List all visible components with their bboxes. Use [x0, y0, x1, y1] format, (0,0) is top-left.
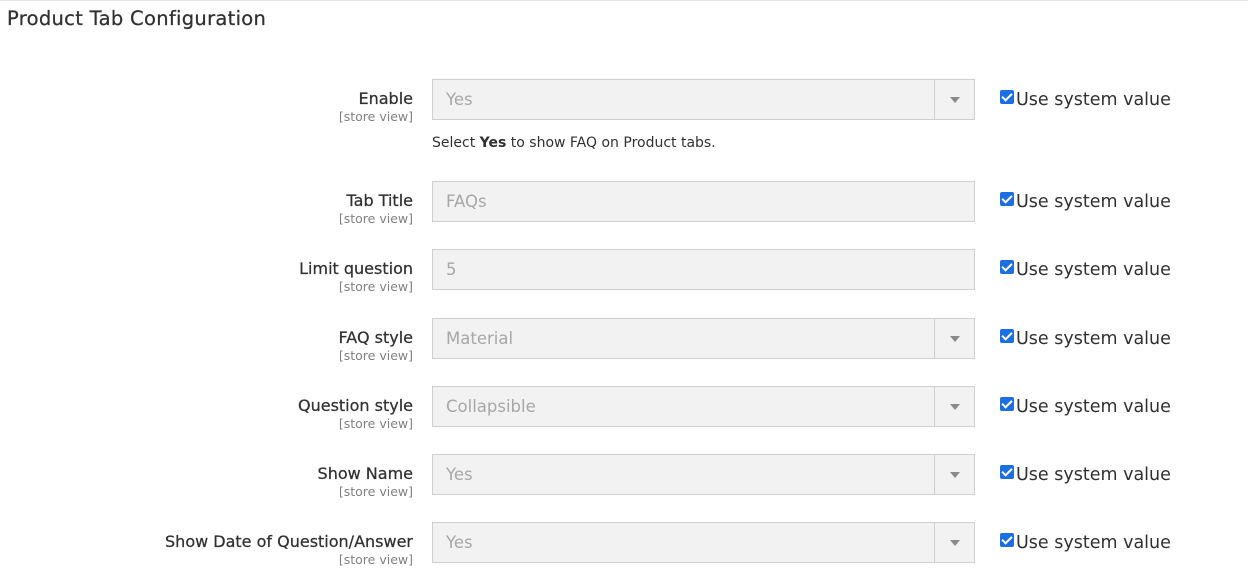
field-row-show-date: Show Date of Question/Answer [store view…: [0, 522, 1248, 574]
use-system-value-faq-style[interactable]: Use system value: [1000, 318, 1171, 359]
use-system-value-show-name[interactable]: Use system value: [1000, 454, 1171, 495]
input-value: FAQs: [446, 192, 487, 211]
use-system-value-tab-title[interactable]: Use system value: [1000, 181, 1171, 222]
use-system-value-limit-question[interactable]: Use system value: [1000, 249, 1171, 290]
scope-label: [store view]: [338, 211, 413, 226]
field-row-faq-style: FAQ style [store view] Material Use syst…: [0, 318, 1248, 370]
note-suffix: to show FAQ on Product tabs.: [506, 135, 716, 151]
label-text: Tab Title: [346, 191, 413, 210]
label-text: FAQ style: [338, 328, 413, 347]
label-text: Enable: [358, 89, 413, 108]
input-value: 5: [446, 260, 457, 279]
use-system-value-label: Use system value: [1016, 89, 1171, 110]
use-system-value-label: Use system value: [1016, 464, 1171, 485]
use-system-value-label: Use system value: [1016, 328, 1171, 349]
section-title: Product Tab Configuration: [7, 7, 267, 30]
field-label-enable: Enable [store view]: [339, 89, 413, 125]
chevron-down-icon: [950, 472, 960, 478]
show-date-select[interactable]: Yes: [432, 522, 975, 563]
scope-label: [store view]: [338, 109, 413, 124]
note-bold-value: Yes: [479, 135, 507, 151]
use-system-value-label: Use system value: [1016, 191, 1171, 212]
field-label-limit-question: Limit question [store view]: [299, 259, 413, 295]
dropdown-toggle[interactable]: [934, 387, 974, 426]
question-style-select[interactable]: Collapsible: [432, 386, 975, 427]
scope-label: [store view]: [338, 279, 413, 294]
scope-label: [store view]: [338, 348, 413, 363]
scope-label: [store view]: [338, 552, 413, 567]
scope-label: [store view]: [338, 416, 413, 431]
use-system-value-show-date[interactable]: Use system value: [1000, 522, 1171, 563]
dropdown-toggle[interactable]: [934, 319, 974, 358]
field-label-tab-title: Tab Title [store view]: [339, 191, 413, 227]
field-label-faq-style: FAQ style [store view]: [338, 328, 413, 364]
label-text: Question style: [297, 396, 413, 415]
dropdown-toggle[interactable]: [934, 455, 974, 494]
use-system-value-checkbox[interactable]: [1000, 191, 1014, 206]
selected-value: Yes: [446, 465, 473, 484]
use-system-value-label: Use system value: [1016, 396, 1171, 417]
use-system-value-checkbox[interactable]: [1000, 89, 1014, 104]
use-system-value-checkbox[interactable]: [1000, 259, 1014, 274]
field-label-question-style: Question style [store view]: [298, 396, 413, 432]
use-system-value-checkbox[interactable]: [1000, 464, 1014, 479]
selected-value: Collapsible: [446, 397, 536, 416]
field-label-show-name: Show Name [store view]: [317, 464, 413, 500]
selected-value: Yes: [446, 90, 473, 109]
chevron-down-icon: [950, 336, 960, 342]
dropdown-toggle[interactable]: [934, 523, 974, 562]
use-system-value-checkbox[interactable]: [1000, 532, 1014, 547]
chevron-down-icon: [950, 97, 960, 103]
enable-select[interactable]: Yes: [432, 79, 975, 120]
label-text: Show Name: [317, 464, 413, 483]
selected-value: Material: [446, 329, 514, 348]
use-system-value-checkbox[interactable]: [1000, 328, 1014, 343]
use-system-value-label: Use system value: [1016, 259, 1171, 280]
field-row-question-style: Question style [store view] Collapsible …: [0, 386, 1248, 438]
use-system-value-checkbox[interactable]: [1000, 396, 1014, 411]
chevron-down-icon: [950, 540, 960, 546]
use-system-value-question-style[interactable]: Use system value: [1000, 386, 1171, 427]
faq-style-select[interactable]: Material: [432, 318, 975, 359]
selected-value: Yes: [446, 533, 473, 552]
dropdown-toggle[interactable]: [934, 80, 974, 119]
field-row-tab-title: Tab Title [store view] FAQs Use system v…: [0, 181, 1248, 233]
field-row-show-name: Show Name [store view] Yes Use system va…: [0, 454, 1248, 506]
tab-title-input[interactable]: FAQs: [432, 181, 975, 222]
chevron-down-icon: [950, 404, 960, 410]
use-system-value-enable[interactable]: Use system value: [1000, 79, 1171, 120]
field-label-show-date: Show Date of Question/Answer [store view…: [165, 532, 413, 568]
enable-field-note: Select Yes to show FAQ on Product tabs.: [432, 135, 716, 151]
label-text: Limit question: [299, 259, 413, 278]
use-system-value-label: Use system value: [1016, 532, 1171, 553]
product-tab-configuration-section: Product Tab Configuration Enable [store …: [0, 0, 1248, 583]
note-prefix: Select: [432, 135, 480, 151]
limit-question-input[interactable]: 5: [432, 249, 975, 290]
field-row-limit-question: Limit question [store view] 5 Use system…: [0, 249, 1248, 301]
field-row-enable: Enable [store view] Yes Use system value: [0, 79, 1248, 131]
label-text: Show Date of Question/Answer: [165, 532, 413, 551]
scope-label: [store view]: [338, 484, 413, 499]
show-name-select[interactable]: Yes: [432, 454, 975, 495]
